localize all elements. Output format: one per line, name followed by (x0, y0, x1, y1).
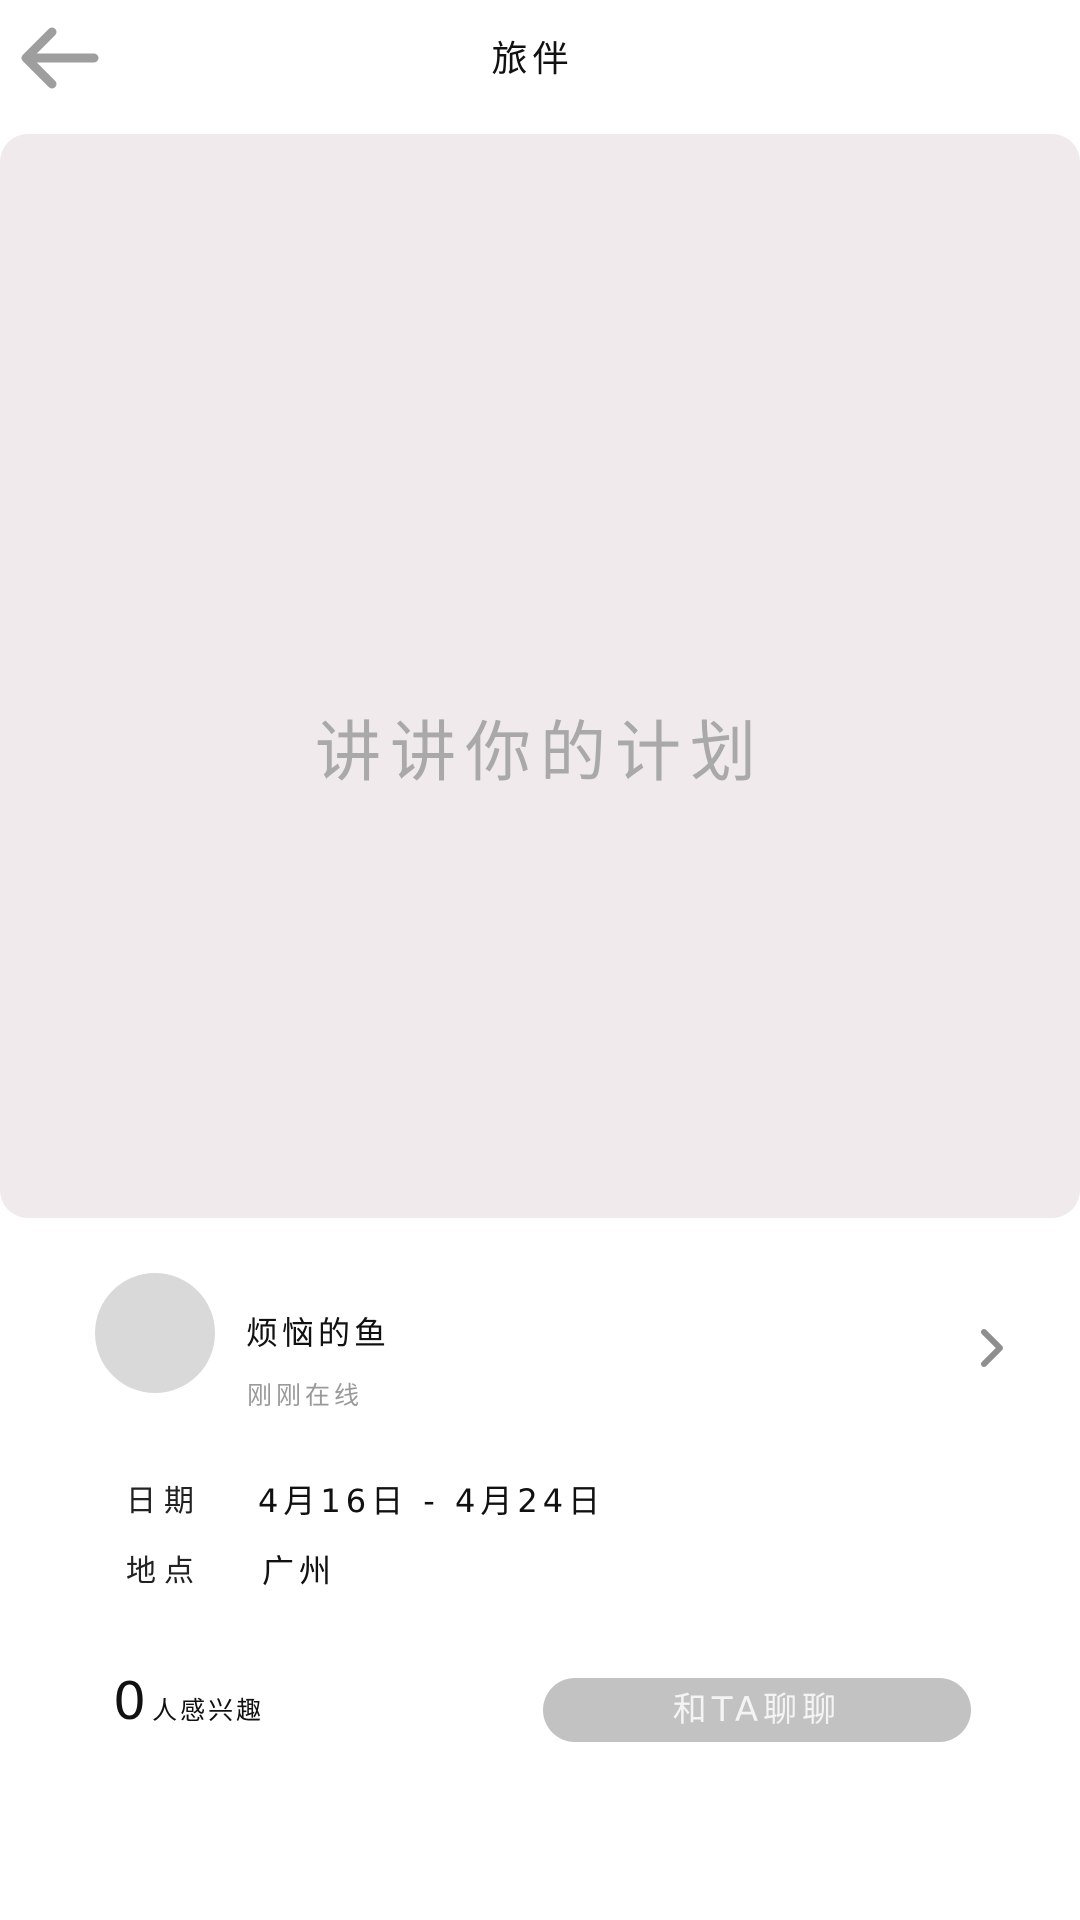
avatar[interactable] (95, 1273, 215, 1393)
date-label: 日期 (126, 1484, 202, 1519)
interest-counter: 0 人感兴趣 (113, 1672, 264, 1732)
chevron-right-icon[interactable] (980, 1328, 1004, 1368)
date-row: 日期 4月16日 - 4月24日 (0, 1476, 1080, 1526)
location-label: 地点 (126, 1554, 202, 1589)
interest-count: 0 (113, 1672, 147, 1732)
user-profile-row[interactable]: 烦恼的鱼 刚刚在线 (0, 1270, 1080, 1410)
location-value: 广州 (262, 1552, 337, 1590)
online-status: 刚刚在线 (247, 1381, 364, 1410)
plan-input-area[interactable]: 讲讲你的计划 (0, 134, 1080, 1218)
username: 烦恼的鱼 (246, 1314, 391, 1352)
interest-label: 人感兴趣 (152, 1696, 265, 1725)
page-title: 旅伴 (491, 39, 574, 80)
plan-placeholder: 讲讲你的计划 (315, 714, 765, 791)
top-bar: 旅伴 (0, 0, 1080, 120)
location-row: 地点 广州 (0, 1546, 1080, 1596)
date-value: 4月16日 - 4月24日 (258, 1482, 606, 1520)
chat-button[interactable]: 和TA聊聊 (543, 1678, 971, 1742)
